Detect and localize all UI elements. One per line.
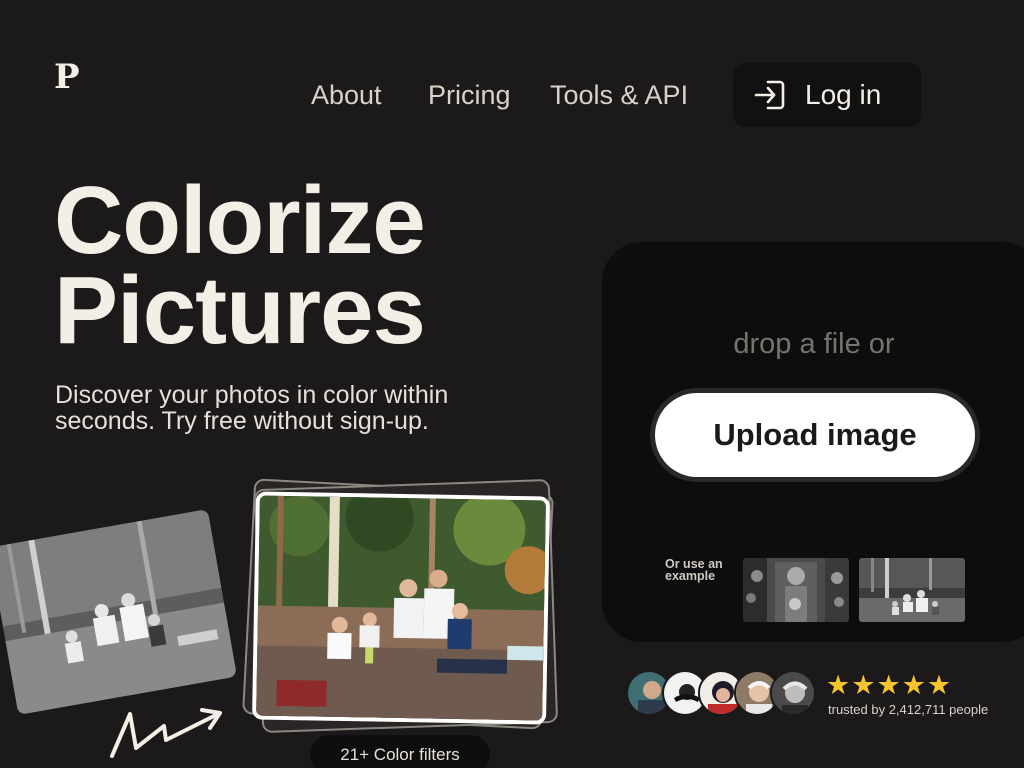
black-and-white-photo xyxy=(0,509,238,715)
star-icon: ★ xyxy=(876,670,901,700)
example-label: Or use an example xyxy=(665,557,723,583)
upload-image-button[interactable]: Upload image xyxy=(655,393,975,477)
portrait-thumbnail-image xyxy=(743,558,849,622)
color-filters-badge[interactable]: 21+ Color filters xyxy=(310,735,490,768)
login-button[interactable]: Log in xyxy=(733,63,921,127)
star-icon: ★ xyxy=(851,670,876,700)
drop-zone-text: drop a file or xyxy=(733,328,895,360)
hero-subtitle: Discover your photos in color within sec… xyxy=(55,381,449,435)
upload-card[interactable]: drop a file or Upload image Or use an ex… xyxy=(602,242,1024,642)
squiggle-arrow-icon xyxy=(110,708,222,758)
headline-line-1: Colorize xyxy=(54,167,426,274)
rating-stars: ★★★★★ xyxy=(826,671,952,699)
login-icon xyxy=(754,80,785,110)
avatar xyxy=(770,670,816,716)
colorized-photo xyxy=(252,491,550,725)
upload-button-ring: Upload image xyxy=(650,388,980,482)
example-thumbnail-portrait[interactable] xyxy=(743,558,849,622)
picnic-thumbnail-image xyxy=(859,558,965,622)
nav-about[interactable]: About xyxy=(311,79,382,111)
page-title: Colorize Pictures xyxy=(54,167,426,364)
trusted-by-text: trusted by 2,412,711 people xyxy=(828,702,989,717)
star-icon: ★ xyxy=(826,670,851,700)
login-label: Log in xyxy=(805,79,882,110)
nav-tools-api[interactable]: Tools & API xyxy=(550,79,688,111)
star-icon: ★ xyxy=(926,670,952,700)
nav-pricing[interactable]: Pricing xyxy=(428,79,511,111)
star-icon: ★ xyxy=(901,670,926,700)
headline-line-2: Pictures xyxy=(54,257,426,364)
logo[interactable]: P xyxy=(54,60,80,94)
example-thumbnail-picnic[interactable] xyxy=(859,558,965,622)
